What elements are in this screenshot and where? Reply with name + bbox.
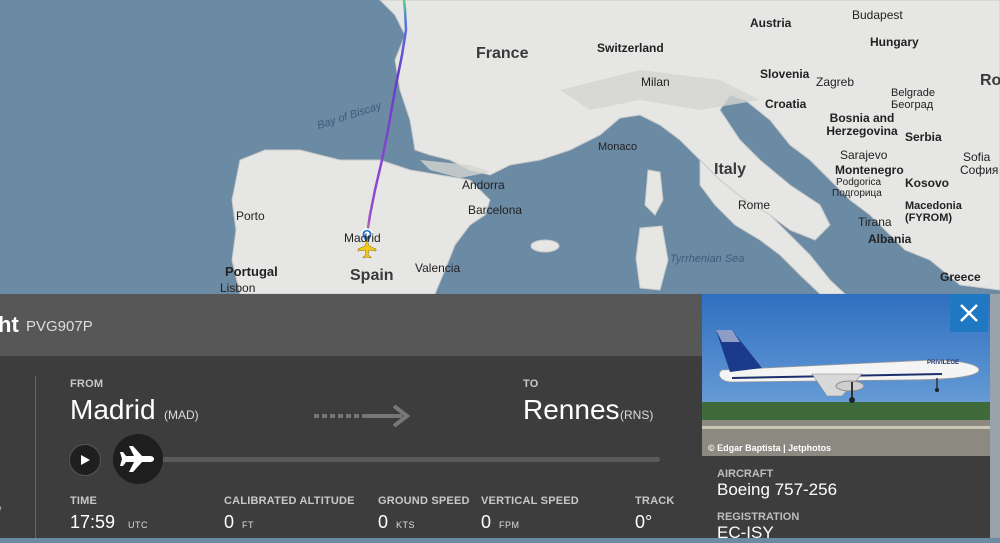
play-icon <box>81 455 90 465</box>
divider <box>35 376 36 538</box>
panel-scrollbar[interactable] <box>990 294 1000 538</box>
to-city: Rennes <box>523 394 620 425</box>
map-label-portugal: Portugal <box>225 264 278 279</box>
play-button[interactable] <box>69 444 101 476</box>
map-label-greece: Greece <box>940 270 981 284</box>
map-label-lisbon: Lisbon <box>220 281 256 295</box>
map-label-serbia: Serbia <box>905 130 942 144</box>
map-label-sarajevo: Sarajevo <box>840 148 888 162</box>
map-label-belgrade-cyr: Београд <box>891 99 934 111</box>
vertical-speed-label: VERTICAL SPEED <box>481 495 579 507</box>
map-label-austria: Austria <box>750 16 792 30</box>
to-code: (RNS) <box>620 408 654 422</box>
aircraft-label: AIRCRAFT <box>717 468 774 480</box>
map-label-rome: Rome <box>738 198 771 212</box>
map-label-barcelona: Barcelona <box>468 203 523 217</box>
callsign: PVG907P <box>26 318 93 335</box>
map-label-belgrade: Belgrade <box>891 87 936 99</box>
from-code: (MAD) <box>164 408 199 422</box>
map-label-budapest: Budapest <box>852 8 903 22</box>
svg-text:PRIVILEGE: PRIVILEGE <box>927 360 959 366</box>
ground-speed-unit: KTS <box>396 520 416 530</box>
playback-progress-track[interactable] <box>140 457 660 462</box>
map-label-podgorica: Podgorica <box>836 177 882 188</box>
map-label-hungary: Hungary <box>870 35 919 49</box>
time-label: TIME <box>70 495 98 507</box>
map-label-croatia: Croatia <box>765 97 807 111</box>
registration-label: REGISTRATION <box>717 511 800 523</box>
from-label: FROM <box>70 378 104 390</box>
map-label-italy: Italy <box>714 161 747 178</box>
left-edge-glyph: / <box>0 504 1 518</box>
playback-plane-handle[interactable] <box>113 434 163 484</box>
aircraft-photo-image: PRIVILEGE <box>702 294 990 456</box>
map-label-slovenia: Slovenia <box>760 67 810 81</box>
map-label-kosovo: Kosovo <box>905 176 950 190</box>
flight-info-panel: ht PVG907P / FROM Madrid (MAD) TO Rennes… <box>0 294 702 538</box>
map-label-tirana: Tirana <box>858 215 892 229</box>
map-label-switzerland: Switzerland <box>597 41 664 55</box>
aircraft-photo[interactable]: PRIVILEGE © Edgar Baptista | Jetphotos <box>702 294 990 456</box>
map-label-milan: Milan <box>641 75 670 89</box>
map-label-monaco: Monaco <box>598 141 638 153</box>
ground-speed-value: 0 <box>378 512 389 532</box>
close-button[interactable] <box>950 294 988 332</box>
map-label-bosnia: Bosnia and Herzegovina <box>826 111 898 138</box>
registration-value: EC-ISY <box>717 523 774 542</box>
altitude-value: 0 <box>224 512 235 532</box>
map-label-albania: Albania <box>868 232 912 246</box>
vertical-speed-unit: FPM <box>499 520 520 530</box>
route-arrow-icon <box>314 405 410 427</box>
aircraft-info-panel: PRIVILEGE © Edgar Baptista | Jetphotos A… <box>702 294 990 542</box>
altitude-unit: FT <box>242 520 254 530</box>
airplane-icon <box>120 446 154 472</box>
close-icon <box>960 304 978 322</box>
ground-speed-label: GROUND SPEED <box>378 495 470 507</box>
track-value: 0° <box>635 512 653 532</box>
time-value: 17:59 <box>70 512 116 532</box>
map-label-zagreb: Zagreb <box>816 75 855 89</box>
map-label-porto: Porto <box>236 209 265 223</box>
aircraft-type: Boeing 757-256 <box>717 480 838 499</box>
time-unit: UTC <box>128 520 148 530</box>
map-label-valencia: Valencia <box>415 261 461 275</box>
map-label-romania-partial: Ro <box>980 72 1000 89</box>
vertical-speed-value: 0 <box>481 512 492 532</box>
to-label: TO <box>523 378 539 390</box>
from-city: Madrid <box>70 394 156 425</box>
map-label-sofia: Sofia <box>963 150 991 164</box>
map-label-france: France <box>476 45 529 62</box>
map-label-montenegro: Montenegro <box>835 163 904 177</box>
map-label-spain: Spain <box>350 267 394 284</box>
track-label: TRACK <box>635 495 675 507</box>
panel-header: ht PVG907P <box>0 294 702 356</box>
map-label-tyrrhenian-sea: Tyrrhenian Sea <box>670 253 745 265</box>
altitude-label: CALIBRATED ALTITUDE <box>224 495 355 507</box>
map-label-sofia-cyr: София <box>960 163 999 177</box>
photo-credit[interactable]: © Edgar Baptista | Jetphotos <box>708 443 831 453</box>
map-label-andorra: Andorra <box>462 178 505 192</box>
panel-title-fragment: ht <box>0 312 19 337</box>
map-label-macedonia: Macedonia (FYROM) <box>905 200 962 224</box>
map-label-podgorica-cyr: Подгорица <box>832 188 882 199</box>
map-label-madrid: Madrid <box>344 231 381 245</box>
